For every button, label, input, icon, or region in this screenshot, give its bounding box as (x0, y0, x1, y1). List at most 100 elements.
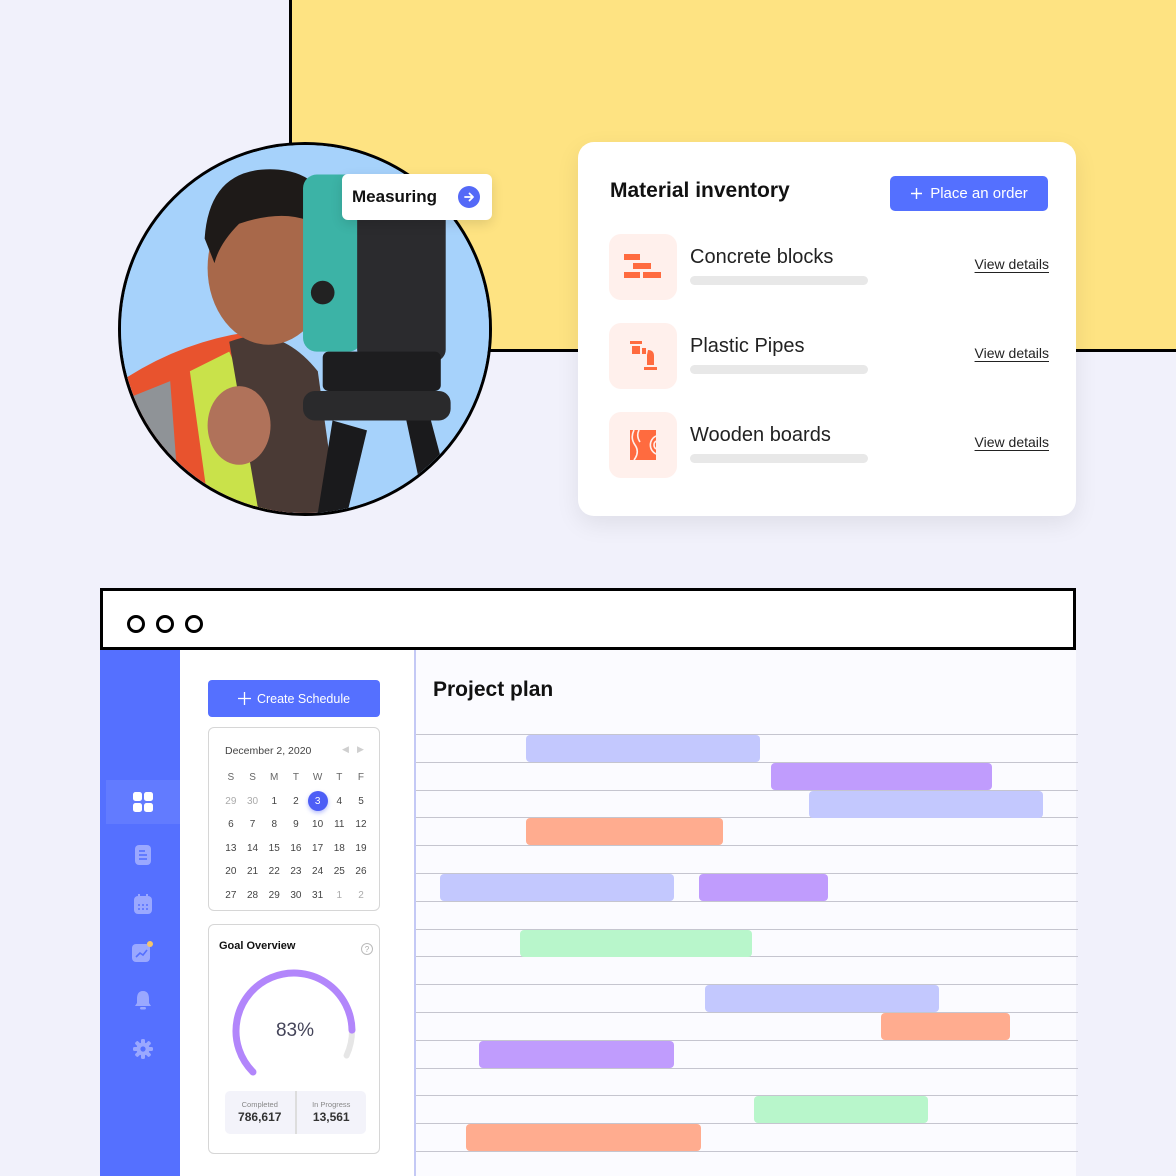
gantt-task-bar[interactable] (466, 1124, 701, 1152)
arrow-right-icon[interactable] (458, 186, 480, 208)
gantt-task-bar[interactable] (439, 874, 674, 901)
calendar-day[interactable]: 1 (263, 790, 285, 814)
measuring-chip[interactable]: Measuring (342, 174, 492, 220)
gantt-task-bar[interactable] (753, 1096, 929, 1124)
inventory-item-plastic-pipes: Plastic Pipes View details (609, 323, 1049, 391)
calendar-day[interactable]: 9 (285, 813, 307, 837)
calendar-grid: S S M T W T F 29 30 1 2 3 4 5 6 7 8 9 10 11 12 13 14 15 16 17 18 19… (220, 766, 372, 907)
calendar-icon (134, 894, 152, 914)
in-progress-label: In Progress (312, 1100, 351, 1109)
gantt-task-bar[interactable] (519, 929, 752, 957)
gantt-task-bar[interactable] (808, 790, 1043, 818)
window-dot-3[interactable] (185, 615, 203, 633)
gantt-task-bar[interactable] (881, 1013, 1011, 1040)
gantt-task-bar[interactable] (478, 1040, 674, 1068)
calendar-weekday: F (357, 772, 365, 784)
bell-icon (135, 991, 151, 1010)
window-dot-1[interactable] (127, 615, 145, 633)
calendar-month-title: December 2, 2020 (225, 745, 312, 757)
dashboard-icon (133, 792, 153, 812)
sidebar-item-calendar[interactable] (106, 882, 180, 926)
goal-overview-title: Goal Overview (219, 940, 296, 952)
project-plan-panel: Project plan (414, 650, 1078, 1176)
gantt-row-line (416, 1095, 1078, 1097)
inventory-title: Material inventory (610, 179, 790, 202)
view-details-link[interactable]: View details (975, 256, 1049, 272)
inventory-item-name: Concrete blocks (690, 246, 834, 268)
goal-percent: 83% (275, 1020, 315, 1041)
gantt-task-bar[interactable] (705, 985, 939, 1013)
sidebar-item-analytics[interactable] (106, 930, 180, 974)
view-details-link[interactable]: View details (975, 434, 1049, 450)
completed-stat: Completed 786,617 (225, 1091, 295, 1134)
calendar-day[interactable]: 15 (263, 837, 285, 861)
document-icon (135, 845, 151, 865)
in-progress-stat: In Progress 13,561 (294, 1091, 367, 1134)
calendar-day[interactable]: 16 (285, 837, 307, 861)
calendar-day[interactable]: 10 (307, 813, 329, 837)
calendar-weekday: S (249, 772, 256, 784)
material-inventory-card: Material inventory Place an order Concre… (578, 142, 1076, 516)
calendar-day[interactable]: 1 (328, 884, 350, 908)
project-plan-title: Project plan (433, 678, 554, 701)
view-details-link[interactable]: View details (975, 345, 1049, 361)
sidebar-item-dashboard[interactable] (106, 780, 180, 824)
calendar-day[interactable]: 27 (220, 884, 242, 908)
pipe-icon (609, 323, 677, 389)
calendar-day[interactable]: 21 (242, 860, 264, 884)
sidebar-item-documents[interactable] (106, 833, 180, 877)
calendar-day[interactable]: 6 (220, 813, 242, 837)
plus-icon (911, 188, 923, 199)
calendar-day[interactable]: 25 (328, 860, 350, 884)
gantt-task-bar[interactable] (525, 735, 761, 762)
calendar-day[interactable]: 31 (307, 884, 329, 908)
calendar-day[interactable]: 24 (307, 860, 329, 884)
calendar-day[interactable]: 2 (350, 884, 372, 908)
calendar-day[interactable]: 11 (328, 813, 350, 837)
in-progress-value: 13,561 (312, 1110, 350, 1124)
calendar-day[interactable]: 26 (350, 860, 372, 884)
calendar-day[interactable]: 20 (220, 860, 242, 884)
create-schedule-label: Create Schedule (256, 691, 351, 706)
calendar-day[interactable]: 28 (242, 884, 264, 908)
goal-stats: Completed 786,617 In Progress 13,561 (225, 1091, 366, 1134)
gantt-task-bar[interactable] (698, 874, 828, 901)
calendar-weekday: T (336, 772, 343, 784)
calendar-day[interactable]: 5 (350, 790, 372, 814)
calendar-day[interactable]: 13 (220, 837, 242, 861)
calendar-day[interactable]: 12 (350, 813, 372, 837)
calendar-day[interactable]: 8 (263, 813, 285, 837)
calendar-day[interactable]: 17 (307, 837, 329, 861)
place-order-label: Place an order (930, 185, 1028, 202)
notification-badge (147, 941, 153, 947)
calendar-day[interactable]: 29 (220, 790, 242, 814)
calendar-next-button[interactable]: ▶ (357, 744, 364, 755)
calendar-day[interactable]: 14 (242, 837, 264, 861)
calendar-day[interactable]: 29 (263, 884, 285, 908)
sidebar-item-settings[interactable] (106, 1027, 180, 1071)
calendar-day[interactable]: 30 (242, 790, 264, 814)
gantt-task-bar[interactable] (525, 818, 724, 846)
inventory-stock-bar (690, 454, 868, 463)
calendar-day[interactable]: 30 (285, 884, 307, 908)
calendar-day-selected[interactable]: 3 (307, 790, 329, 814)
gear-icon (133, 1039, 153, 1059)
calendar-day[interactable]: 2 (285, 790, 307, 814)
calendar-day[interactable]: 19 (350, 837, 372, 861)
place-order-button[interactable]: Place an order (890, 176, 1048, 211)
calendar-day[interactable]: 18 (328, 837, 350, 861)
app-window: Create Schedule December 2, 2020 ◀ ▶ S S M… (100, 650, 1078, 1176)
gantt-task-bar[interactable] (771, 762, 992, 790)
calendar-day[interactable]: 22 (263, 860, 285, 884)
calendar-day[interactable]: 7 (242, 813, 264, 837)
window-dot-2[interactable] (156, 615, 174, 633)
create-schedule-button[interactable]: Create Schedule (208, 680, 380, 717)
calendar-prev-button[interactable]: ◀ (342, 744, 349, 755)
sidebar-item-notifications[interactable] (106, 978, 180, 1022)
measuring-label: Measuring (352, 187, 438, 206)
calendar-day[interactable]: 4 (328, 790, 350, 814)
window-title-bar (100, 588, 1076, 650)
calendar-day[interactable]: 23 (285, 860, 307, 884)
help-icon[interactable]: ? (361, 943, 373, 955)
gantt-row-line (416, 1151, 1078, 1152)
